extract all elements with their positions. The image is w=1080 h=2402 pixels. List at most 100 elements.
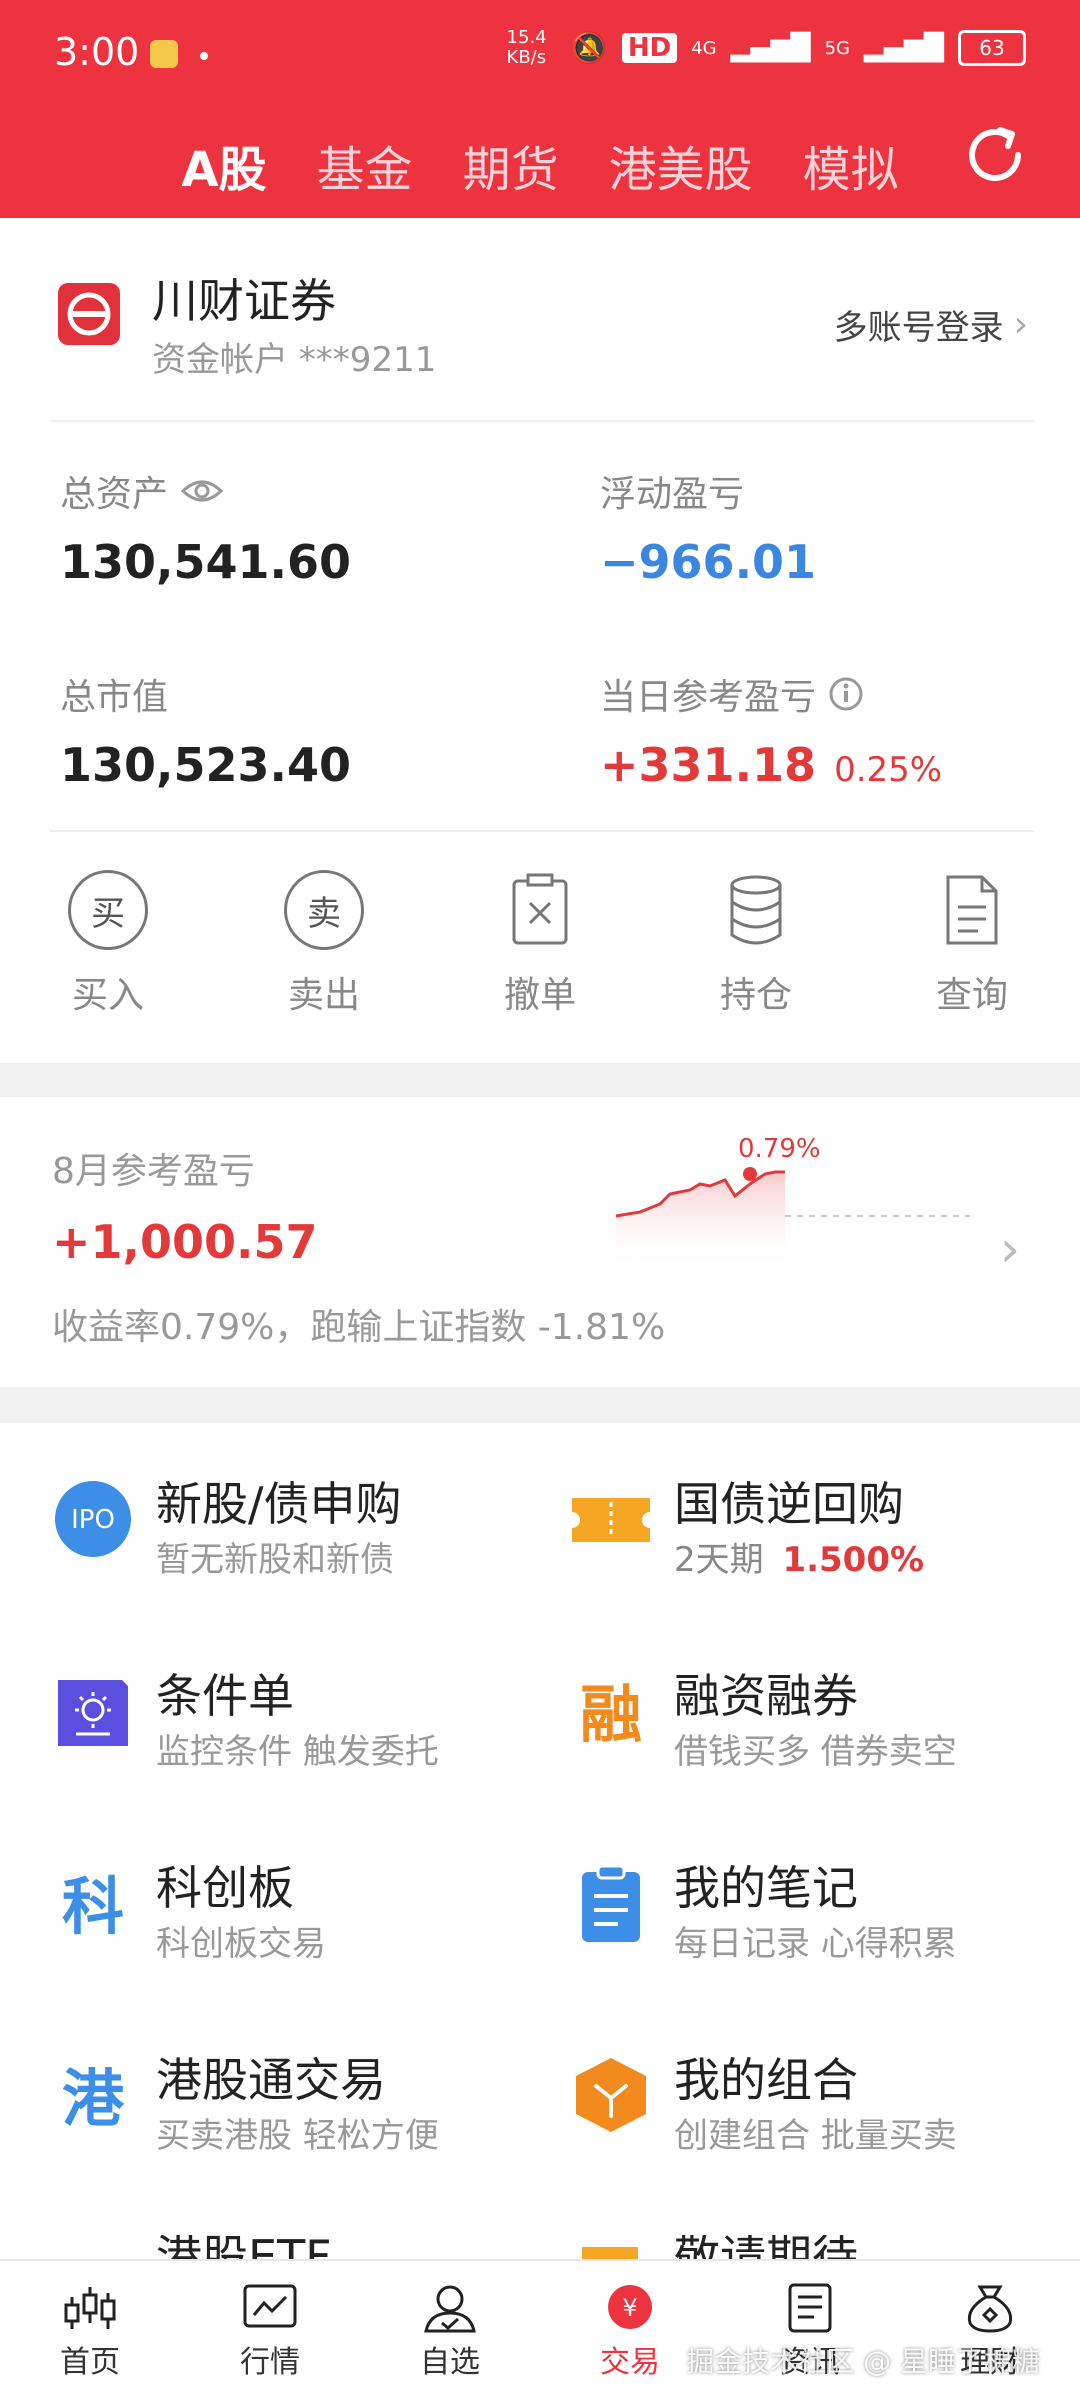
reverse-repo-title: 国债逆回购 xyxy=(674,1477,904,1531)
coming-soon-entry[interactable]: 敬请期待 xyxy=(570,2235,1080,2259)
cancel-order-button[interactable]: 撤单 xyxy=(470,870,610,1040)
app-header: 3:00 15.4 KB/s 🔕 HD 4G ▂▄▆█ 5G ▂▄▆█ 63 A… xyxy=(0,0,1080,218)
status-indicators: 15.4 KB/s 🔕 HD 4G ▂▄▆█ 5G ▂▄▆█ 63 xyxy=(507,28,1026,68)
multi-account-login[interactable]: 多账号登录 › xyxy=(834,300,1028,349)
sell-label: 卖出 xyxy=(287,975,360,1016)
positions-button[interactable]: 持仓 xyxy=(686,870,826,1040)
star-market-title: 科创板 xyxy=(156,1861,294,1915)
dot-icon xyxy=(200,52,208,60)
repo-term: 2天期 xyxy=(674,1540,764,1580)
portfolio-icon xyxy=(576,2058,646,2132)
star-market-subtitle: 科创板交易 xyxy=(156,1924,326,1964)
margin-trading-title: 融资融券 xyxy=(674,1669,858,1723)
broker-logo xyxy=(58,283,120,345)
daily-pl-percent: 0.25% xyxy=(834,750,943,790)
signal-5g: 5G xyxy=(824,37,851,59)
buy-label: 买入 xyxy=(71,975,144,1016)
monthly-pl-title: 8月参考盈亏 xyxy=(52,1151,255,1192)
my-portfolio-title: 我的组合 xyxy=(674,2053,858,2107)
my-notes-subtitle: 每日记录 心得积累 xyxy=(674,1924,957,1964)
net-speed: 15.4 KB/s xyxy=(506,27,547,68)
reverse-repo-entry[interactable]: 国债逆回购 2天期 1.500% xyxy=(570,1468,1080,1618)
margin-trading-entry[interactable]: 融 融资融券 借钱买多 借券卖空 xyxy=(570,1660,1080,1810)
ipo-subtitle: 暂无新股和新债 xyxy=(156,1540,394,1580)
market-tabs: A股 基金 期货 港美股 模拟 xyxy=(0,120,1080,210)
notes-icon xyxy=(582,1864,640,1942)
star-market-icon: 科 xyxy=(62,1870,124,1943)
eye-icon[interactable] xyxy=(180,477,224,505)
money-bag-icon xyxy=(967,2285,1013,2333)
candlestick-icon xyxy=(64,2286,116,2329)
divider xyxy=(50,420,1034,422)
signal-bars-icon: ▂▄▆█ xyxy=(730,33,811,63)
coming-soon-title: 敬请期待 xyxy=(674,2235,858,2259)
positions-label: 持仓 xyxy=(719,975,792,1016)
svg-text:融: 融 xyxy=(580,1678,642,1751)
services-grid: IPO 新股/债申购 暂无新股和新债 国债逆回购 2天期 1.500% 条件单 … xyxy=(0,1423,1080,2259)
hk-etf-entry[interactable]: 港股ETF xyxy=(52,2235,572,2259)
monthly-pl-description: 收益率0.79%，跑输上证指数 -1.81% xyxy=(52,1307,666,1348)
cancel-order-label: 撤单 xyxy=(503,975,576,1016)
ipo-title: 新股/债申购 xyxy=(156,1477,402,1531)
chart-screen-icon xyxy=(243,2284,297,2327)
account-number: 资金帐户 ***9211 xyxy=(152,340,437,380)
margin-trading-subtitle: 借钱买多 借券卖空 xyxy=(674,1732,957,1772)
battery-icon: 63 xyxy=(958,30,1026,66)
hk-etf-title: 港股ETF xyxy=(156,2235,332,2259)
refresh-icon[interactable] xyxy=(960,120,1030,190)
market-value-label: 总市值 xyxy=(60,677,169,718)
ipo-subscription-entry[interactable]: IPO 新股/债申购 暂无新股和新债 xyxy=(52,1468,572,1618)
broker-name: 川财证券 xyxy=(152,274,336,328)
svg-text:¥: ¥ xyxy=(622,2294,637,2322)
nav-market[interactable]: 行情 xyxy=(190,2283,350,2381)
nav-watchlist[interactable]: 自选 xyxy=(370,2283,530,2381)
multi-account-label: 多账号登录 xyxy=(833,308,1004,348)
daily-pl-value: +331.18 xyxy=(600,738,817,792)
news-icon xyxy=(788,2283,832,2332)
market-value: 130,523.40 xyxy=(60,738,352,792)
tab-simulated[interactable]: 模拟 xyxy=(803,130,899,200)
svg-text:IPO: IPO xyxy=(71,1505,115,1535)
coming-soon-icon xyxy=(582,2247,638,2259)
nav-market-label: 行情 xyxy=(240,2344,300,2380)
daily-pl-text: 当日参考盈亏 xyxy=(600,677,817,718)
my-notes-title: 我的笔记 xyxy=(674,1861,858,1915)
sell-icon: 卖 xyxy=(284,870,364,950)
sell-button[interactable]: 卖 卖出 xyxy=(254,870,394,1040)
condition-order-icon xyxy=(58,1680,128,1746)
person-icon xyxy=(424,2285,476,2332)
floating-pl-value: −966.01 xyxy=(600,535,817,589)
svg-text:港: 港 xyxy=(62,2062,125,2135)
my-portfolio-entry[interactable]: 我的组合 创建组合 批量买卖 xyxy=(570,2044,1080,2194)
tab-futures[interactable]: 期货 xyxy=(463,130,559,200)
tab-a-shares[interactable]: A股 xyxy=(181,130,266,200)
status-time: 3:00 xyxy=(54,30,140,74)
query-label: 查询 xyxy=(935,975,1008,1016)
conditional-order-entry[interactable]: 条件单 监控条件 触发委托 xyxy=(52,1660,572,1810)
tab-funds[interactable]: 基金 xyxy=(317,130,413,200)
divider xyxy=(50,830,1034,832)
signal-bars-icon: ▂▄▆█ xyxy=(864,33,944,63)
buy-icon: 买 xyxy=(68,870,148,950)
database-icon xyxy=(730,875,782,945)
trade-actions: 买 买入 卖 卖出 撤单 持仓 查询 xyxy=(0,870,1080,1040)
document-icon xyxy=(946,875,998,945)
nav-home[interactable]: 首页 xyxy=(10,2283,170,2381)
total-assets-text: 总资产 xyxy=(60,474,169,515)
conditional-order-subtitle: 监控条件 触发委托 xyxy=(156,1732,439,1772)
margin-icon: 融 xyxy=(580,1678,642,1751)
tab-hk-us[interactable]: 港美股 xyxy=(609,130,753,200)
my-notes-entry[interactable]: 我的笔记 每日记录 心得积累 xyxy=(570,1852,1080,2002)
ticket-icon xyxy=(572,1498,650,1542)
star-market-entry[interactable]: 科 科创板 科创板交易 xyxy=(52,1852,572,2002)
mute-bell-icon: 🔕 xyxy=(570,30,608,66)
hd-badge: HD xyxy=(621,33,678,63)
query-button[interactable]: 查询 xyxy=(902,870,1042,1040)
hk-connect-entry[interactable]: 港 港股通交易 买卖港股 轻松方便 xyxy=(52,2044,572,2194)
buy-button[interactable]: 买 买入 xyxy=(38,870,178,1040)
hk-connect-title: 港股通交易 xyxy=(156,2053,386,2107)
yen-icon: ¥ xyxy=(608,2284,652,2329)
nav-watchlist-label: 自选 xyxy=(420,2344,480,2380)
info-icon[interactable] xyxy=(828,676,864,712)
monthly-pl-value: +1,000.57 xyxy=(52,1215,318,1269)
